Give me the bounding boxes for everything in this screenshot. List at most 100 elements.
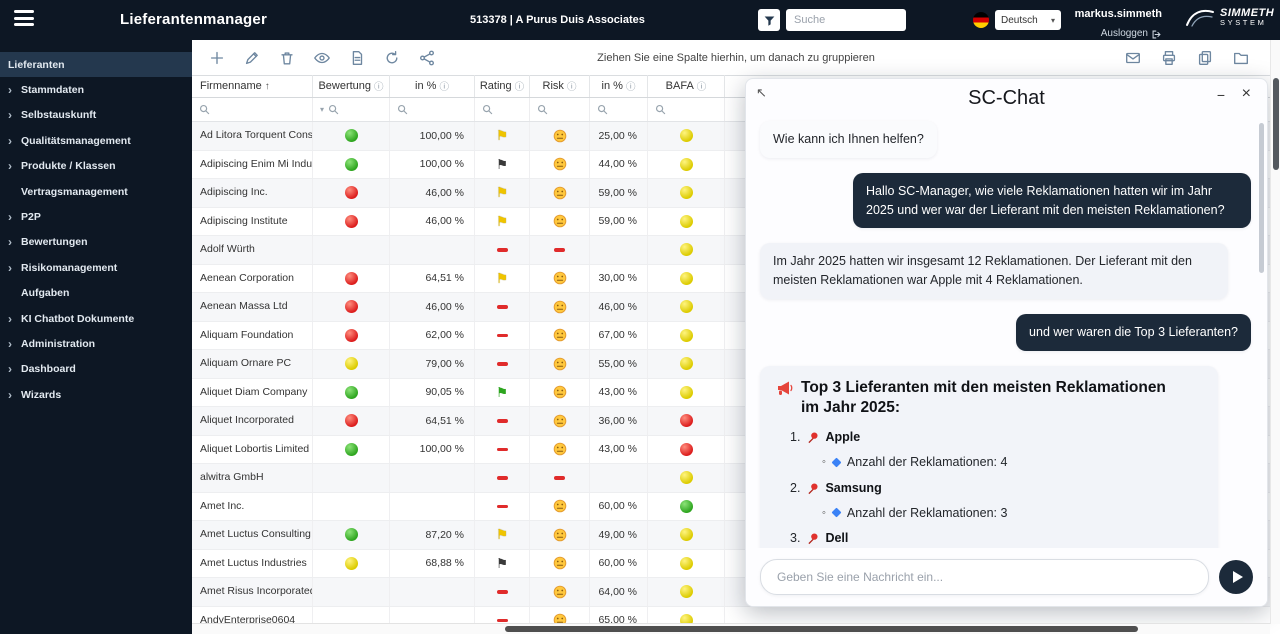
- dash-icon: [497, 334, 508, 338]
- mail-icon[interactable]: [1124, 49, 1142, 67]
- language-select[interactable]: Deutsch ▾: [995, 10, 1061, 30]
- sidebar-item-aufgaben[interactable]: Aufgaben: [0, 281, 192, 306]
- global-search-input[interactable]: [786, 9, 906, 31]
- logout-button[interactable]: Ausloggen: [1101, 28, 1162, 41]
- filter-cell-2[interactable]: [390, 98, 475, 121]
- sidebar-item-p2p[interactable]: ›P2P: [0, 204, 192, 229]
- search-icon[interactable]: [537, 104, 548, 115]
- filter-cell-3[interactable]: [475, 98, 530, 121]
- sidebar-item-bewertungen[interactable]: ›Bewertungen: [0, 230, 192, 255]
- sidebar-item-ki-chatbot-dokumente[interactable]: ›KI Chatbot Dokumente: [0, 306, 192, 331]
- chat-input[interactable]: [760, 559, 1209, 595]
- cell-risk: [530, 493, 590, 521]
- folder-icon[interactable]: [1232, 49, 1250, 67]
- document-icon[interactable]: [348, 49, 366, 67]
- dash-icon: [497, 476, 508, 480]
- cell-bafa: [648, 407, 725, 435]
- share-icon[interactable]: [418, 49, 436, 67]
- resize-handle-icon[interactable]: ↖: [756, 85, 767, 101]
- send-button[interactable]: [1219, 560, 1253, 594]
- cell-bafa: [648, 236, 725, 264]
- swoosh-icon: [1185, 5, 1215, 29]
- company-name: Adolf Würth: [192, 236, 255, 264]
- column-header-in--2[interactable]: in %ⓘ: [390, 75, 475, 97]
- filter-cell-1[interactable]: ▾: [313, 98, 390, 121]
- filter-cell-5[interactable]: [590, 98, 648, 121]
- column-header-rating-3[interactable]: Ratingⓘ: [475, 75, 530, 97]
- info-icon[interactable]: ⓘ: [626, 79, 636, 93]
- top3-item: 1. Apple: [790, 428, 1202, 447]
- status-dot-red: [680, 414, 693, 427]
- sidebar-item-stammdaten[interactable]: ›Stammdaten: [0, 77, 192, 102]
- cell-risk-percent: 43,00 %: [590, 436, 648, 464]
- sidebar-item-wizards[interactable]: ›Wizards: [0, 382, 192, 407]
- status-dot-green: [345, 443, 358, 456]
- sidebar-item-qualit-tsmanagement[interactable]: ›Qualitätsmanagement: [0, 128, 192, 153]
- copy-icon[interactable]: [1196, 49, 1214, 67]
- horizontal-scrollbar-thumb[interactable]: [505, 626, 1138, 632]
- hamburger-menu-icon[interactable]: [14, 10, 34, 28]
- add-icon[interactable]: [208, 49, 226, 67]
- top3-item-detail: ◦ Anzahl der Reklamationen: 4: [822, 453, 1202, 472]
- sidebar-item-lieferanten[interactable]: Lieferanten: [0, 52, 192, 77]
- group-by-drop-zone[interactable]: Ziehen Sie eine Spalte hierhin, um danac…: [597, 52, 875, 64]
- rating-flag-dark-icon: ⚑: [496, 557, 508, 571]
- rating-flag-dark-icon: ⚑: [496, 158, 508, 172]
- column-header-bafa-6[interactable]: BAFAⓘ: [648, 75, 725, 97]
- sc-chat-panel: ↖ SC-Chat − × Wie kann ich Ihnen helfen?…: [745, 78, 1268, 607]
- sidebar-item-dashboard[interactable]: ›Dashboard: [0, 357, 192, 382]
- search-icon[interactable]: [482, 104, 493, 115]
- search-icon[interactable]: [199, 104, 210, 115]
- risk-neutral-face-icon: [553, 414, 567, 428]
- info-icon[interactable]: ⓘ: [515, 79, 525, 93]
- print-icon[interactable]: [1160, 49, 1178, 67]
- cell-risk-percent: 44,00 %: [590, 151, 648, 179]
- sidebar-item-produkte-klassen[interactable]: ›Produkte / Klassen: [0, 154, 192, 179]
- column-header-bewertung-1[interactable]: Bewertungⓘ: [313, 75, 390, 97]
- cell-rating: [475, 322, 530, 350]
- company-name: Amet Luctus Consulting: [192, 521, 311, 549]
- info-icon[interactable]: ⓘ: [374, 79, 384, 93]
- sidebar-item-selbstauskunft[interactable]: ›Selbstauskunft: [0, 103, 192, 128]
- info-icon[interactable]: ⓘ: [697, 79, 707, 93]
- delete-icon[interactable]: [278, 49, 296, 67]
- refresh-icon[interactable]: [383, 49, 401, 67]
- risk-neutral-face-icon: [553, 214, 567, 228]
- cell-rating: [475, 407, 530, 435]
- sidebar-item-vertragsmanagement[interactable]: Vertragsmanagement: [0, 179, 192, 204]
- chat-scrollbar[interactable]: [1259, 123, 1264, 273]
- blue-diamond-icon: [831, 458, 841, 468]
- dropdown-caret-icon[interactable]: ▾: [320, 105, 324, 114]
- info-icon[interactable]: ⓘ: [439, 79, 449, 93]
- risk-neutral-face-icon: [553, 556, 567, 570]
- sidebar-item-administration[interactable]: ›Administration: [0, 331, 192, 356]
- search-icon[interactable]: [655, 104, 666, 115]
- filter-button[interactable]: [758, 9, 780, 31]
- rating-flag-yellow-icon: ⚑: [496, 186, 508, 200]
- vertical-scrollbar-thumb[interactable]: [1273, 78, 1279, 170]
- column-header-risk-4[interactable]: Riskⓘ: [530, 75, 590, 97]
- bot-message-greeting: Wie kann ich Ihnen helfen?: [760, 121, 937, 158]
- logout-icon: [1151, 29, 1162, 40]
- filter-cell-0[interactable]: [192, 98, 313, 121]
- status-dot-yellow: [680, 158, 693, 171]
- column-header-firmenname-0[interactable]: Firmenname↑: [192, 75, 313, 97]
- sidebar-item-risikomanagement[interactable]: ›Risikomanagement: [0, 255, 192, 280]
- edit-icon[interactable]: [243, 49, 261, 67]
- search-icon[interactable]: [328, 104, 339, 115]
- info-icon[interactable]: ⓘ: [567, 79, 577, 93]
- filter-cell-4[interactable]: [530, 98, 590, 121]
- search-icon[interactable]: [597, 104, 608, 115]
- view-icon[interactable]: [313, 49, 331, 67]
- search-icon[interactable]: [397, 104, 408, 115]
- sidebar-item-label: Lieferanten: [8, 59, 65, 71]
- cell-bafa: [648, 208, 725, 236]
- sidebar-item-label: Wizards: [21, 389, 61, 401]
- minimize-icon[interactable]: −: [1217, 87, 1225, 103]
- close-icon[interactable]: ×: [1242, 85, 1251, 103]
- risk-neutral-face-icon: [553, 528, 567, 542]
- column-header-in--5[interactable]: in %ⓘ: [590, 75, 648, 97]
- company-name: Adipiscing Institute: [192, 208, 288, 236]
- filter-cell-6[interactable]: [648, 98, 725, 121]
- table-toolbar: Ziehen Sie eine Spalte hierhin, um danac…: [192, 40, 1280, 76]
